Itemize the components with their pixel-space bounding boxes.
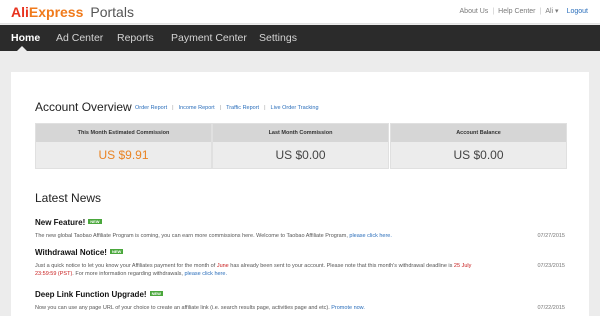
news-text: Now you can use any page URL of your cho…	[35, 305, 330, 311]
card-value: US $0.00	[275, 148, 326, 162]
news-body: Now you can use any page URL of your cho…	[35, 304, 475, 312]
active-tab-caret-icon	[17, 46, 27, 51]
new-badge: NEW	[149, 291, 163, 296]
please-click-here-link[interactable]: please click here.	[184, 271, 227, 277]
news-date: 07/27/2015	[537, 233, 565, 239]
divider: |	[539, 8, 542, 15]
news-body: Just a quick notice to let you know your…	[35, 262, 475, 278]
income-report-link[interactable]: Income Report	[179, 105, 215, 111]
logo-portals-text: Portals	[90, 4, 134, 20]
top-header: AliExpress Portals About Us | Help Center | A…	[0, 0, 600, 24]
promote-now-link[interactable]: Promote now.	[331, 305, 365, 311]
card-value: US $0.00	[453, 148, 504, 162]
news-body: The new global Taobao Affiliate Program …	[35, 232, 475, 240]
divider: |	[492, 8, 495, 15]
please-click-here-link[interactable]: please click here.	[349, 233, 392, 239]
news-date: 07/23/2015	[537, 263, 565, 269]
live-order-tracking-link[interactable]: Live Order Tracking	[271, 105, 319, 111]
account-overview-title: Account Overview	[35, 100, 132, 114]
news-date: 07/22/2015	[537, 305, 565, 311]
user-menu-dropdown[interactable]: Ali ▾	[545, 8, 558, 15]
aliexpress-portals-logo[interactable]: AliExpress Portals	[11, 3, 134, 21]
news-text: has already been sent to your account. P…	[230, 263, 453, 269]
this-month-commission-card: This Month Estimated Commission US $9.91	[35, 123, 212, 169]
nav-ad-center[interactable]: Ad Center	[56, 25, 103, 51]
about-us-link[interactable]: About Us	[460, 8, 489, 15]
new-badge: NEW	[88, 219, 102, 224]
news-text: Just a quick notice to let you know your…	[35, 263, 216, 269]
card-label: This Month Estimated Commission	[36, 124, 211, 142]
card-value: US $9.91	[98, 148, 149, 162]
divider: |	[264, 105, 266, 111]
logo-ali-text: Ali	[11, 4, 29, 20]
divider: |	[219, 105, 222, 111]
card-label: Last Month Commission	[213, 124, 388, 142]
news-item: Deep Link Function Upgrade! NEW Now you c…	[35, 290, 565, 312]
report-links: Order Report | Income Report | Traffic Repor…	[135, 104, 319, 112]
main-panel: Account Overview Order Report | Income Rep…	[11, 72, 589, 316]
last-month-commission-card: Last Month Commission US $0.00	[212, 123, 389, 169]
news-title[interactable]: Withdrawal Notice!	[35, 248, 107, 257]
logout-link[interactable]: Logout	[567, 8, 588, 15]
nav-reports[interactable]: Reports	[117, 25, 154, 51]
latest-news-title: Latest News	[35, 191, 102, 205]
nav-settings[interactable]: Settings	[259, 25, 297, 51]
logo-express-text: Express	[28, 4, 84, 20]
order-report-link[interactable]: Order Report	[135, 105, 167, 111]
nav-payment-center[interactable]: Payment Center	[171, 25, 247, 51]
news-text: The new global Taobao Affiliate Program …	[35, 233, 348, 239]
divider: |	[172, 105, 174, 111]
help-center-link[interactable]: Help Center	[498, 8, 535, 15]
top-links: About Us | Help Center | Ali ▾ Logout	[460, 7, 588, 17]
main-nav: Home Ad Center Reports Payment Center Se…	[0, 25, 600, 51]
news-text: . For more information regarding withdra…	[72, 271, 183, 277]
news-item: New Feature! NEW The new global Taobao Af…	[35, 218, 565, 240]
highlight-month: June	[216, 263, 229, 269]
news-title[interactable]: New Feature!	[35, 218, 85, 227]
account-balance-card: Account Balance US $0.00	[390, 123, 567, 169]
card-label: Account Balance	[391, 124, 566, 142]
traffic-report-link[interactable]: Traffic Report	[226, 105, 259, 111]
news-item: Withdrawal Notice! NEW Just a quick notic…	[35, 248, 565, 278]
news-title[interactable]: Deep Link Function Upgrade!	[35, 290, 147, 299]
new-badge: NEW	[109, 249, 124, 254]
